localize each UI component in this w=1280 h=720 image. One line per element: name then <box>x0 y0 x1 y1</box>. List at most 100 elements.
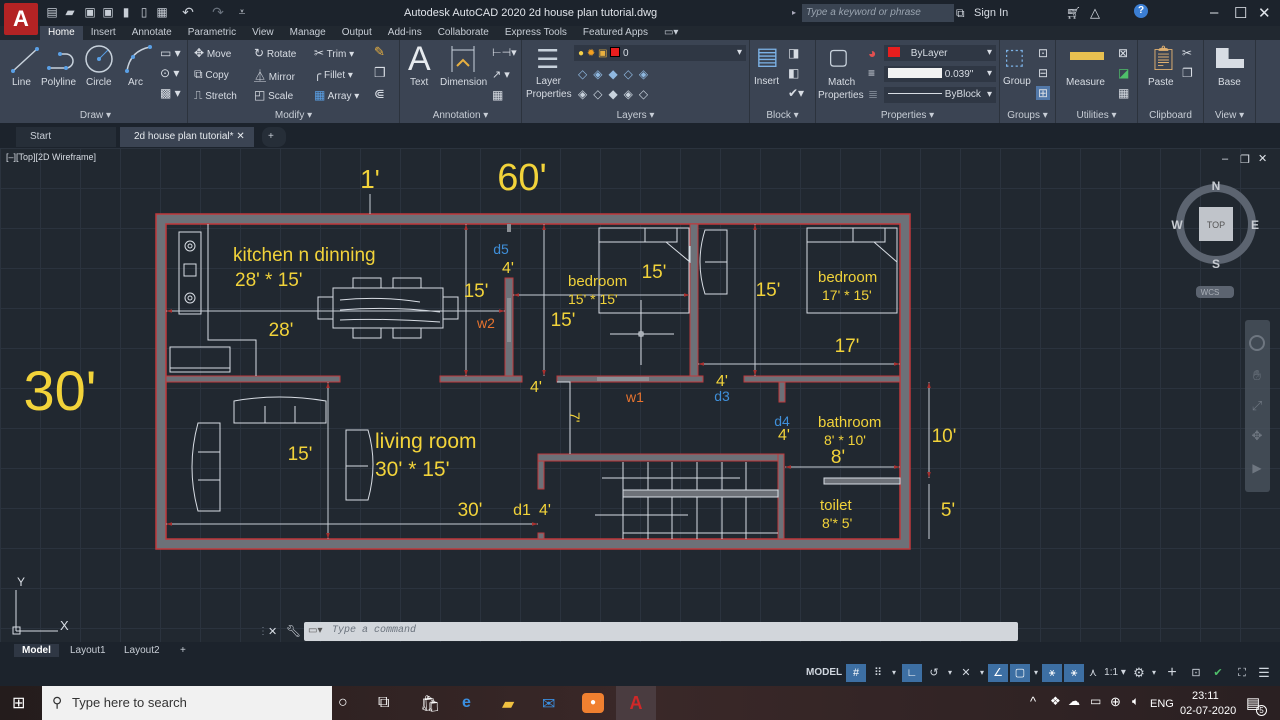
plot-from-web-icon[interactable]: ▮ <box>120 6 132 18</box>
text-button[interactable]: Text <box>410 77 428 88</box>
properties-panel-label[interactable]: Properties ▾ <box>816 110 999 121</box>
command-customize-wrench-icon[interactable]: 🔧︎ <box>286 624 301 638</box>
dropbox-icon[interactable]: ❖ <box>1050 694 1061 708</box>
command-input[interactable]: Type a command <box>304 622 1018 641</box>
annotation-panel-label[interactable]: Annotation ▾ <box>400 110 521 121</box>
color-dropdown[interactable]: ByLayer ▾ <box>884 45 996 61</box>
edge-icon[interactable]: e <box>462 694 471 712</box>
edit-attributes-icon[interactable]: ✔▾ <box>788 86 804 100</box>
close-tab-icon[interactable]: ✕ <box>236 131 244 142</box>
taskbar-search-input[interactable]: Type here to search <box>42 686 332 720</box>
layout2-tab[interactable]: Layout2 <box>116 644 168 657</box>
help-icon[interactable]: ? <box>1134 4 1148 18</box>
auto-scale-icon[interactable]: ⚹ <box>1064 664 1084 682</box>
windows-start-icon[interactable]: ⊞ <box>12 693 25 713</box>
command-close-icon[interactable]: ✕ <box>268 625 277 638</box>
ellipse-icon[interactable]: ⊙ ▾ <box>160 66 179 80</box>
save-icon[interactable]: ▣ <box>84 6 96 18</box>
recent-commands-icon[interactable]: ▭▾ <box>308 625 322 636</box>
snap-dropdown-icon[interactable]: ▾ <box>888 664 900 682</box>
file-tab-active[interactable]: 2d house plan tutorial* ✕ <box>120 127 254 147</box>
create-block-icon[interactable]: ◨ <box>788 46 799 60</box>
hatch-icon[interactable]: ▩ ▾ <box>160 86 181 100</box>
modify-panel-label[interactable]: Modify ▾ <box>188 110 399 121</box>
file-explorer-icon[interactable]: ▰ <box>502 694 514 714</box>
rotate-button[interactable]: ↻ Rotate <box>254 46 296 60</box>
autocad-taskbar-icon[interactable]: A <box>616 686 656 720</box>
base-button[interactable]: Base <box>1218 77 1241 88</box>
maximize-button[interactable]: ☐ <box>1234 4 1247 22</box>
cut-icon[interactable]: ✂ <box>1182 46 1192 60</box>
view-panel-label[interactable]: View ▾ <box>1204 110 1255 121</box>
scale-button[interactable]: ◰ Scale <box>254 88 293 102</box>
move-button[interactable]: ✥ Move <box>194 46 231 60</box>
ungroup-icon[interactable]: ⊡ <box>1038 46 1048 60</box>
new-file-icon[interactable]: ▤ <box>46 6 58 18</box>
select-all-icon[interactable]: ◪ <box>1118 66 1129 80</box>
customization-menu-icon[interactable]: ☰ <box>1254 664 1274 682</box>
measure-button[interactable]: Measure <box>1066 77 1105 88</box>
orbit-icon[interactable]: ✥ <box>1252 428 1263 443</box>
task-view-icon[interactable]: ⧉ <box>378 694 389 712</box>
autodesk-app-store-icon[interactable]: 🛒︎ <box>1066 6 1081 20</box>
calculator-icon[interactable]: ▦ <box>1118 86 1129 100</box>
new-tab-button[interactable]: + <box>262 127 286 147</box>
pan-icon[interactable]: ✋︎ <box>1253 367 1261 383</box>
explode-icon[interactable]: ❒ <box>374 65 386 81</box>
compass-east[interactable]: E <box>1251 218 1259 232</box>
object-snap-tracking-icon[interactable]: ∠ <box>988 664 1008 682</box>
fillet-button[interactable]: ╭ Fillet ▾ <box>314 67 353 81</box>
clock-time[interactable]: 23:11 <box>1192 690 1219 702</box>
ortho-icon[interactable]: ∟ <box>902 664 922 682</box>
group-edit-icon[interactable]: ⊟ <box>1038 66 1048 80</box>
application-menu-button[interactable]: A <box>4 3 38 35</box>
stretch-button[interactable]: ⎍ Stretch <box>194 88 237 103</box>
annotation-visibility-icon[interactable]: ⚹ <box>1042 664 1062 682</box>
viewcube[interactable]: TOP N S E W WCS <box>1171 179 1259 298</box>
erase-icon[interactable]: ✎ <box>374 44 385 60</box>
compass-south[interactable]: S <box>1212 257 1220 271</box>
lineweight-dropdown[interactable]: 0.039" ▾ <box>884 66 996 82</box>
grid-icon[interactable]: # <box>846 664 866 682</box>
mail-icon[interactable]: ✉ <box>542 694 555 714</box>
copy-button[interactable]: ⧉ Copy <box>194 67 229 82</box>
navigation-bar[interactable]: ✋︎ ⤢ ✥ ▶ <box>1245 320 1270 492</box>
isodraft-dropdown-icon[interactable]: ▾ <box>976 664 988 682</box>
dimension-button[interactable]: Dimension <box>440 77 487 88</box>
offset-icon[interactable]: ⋐ <box>374 86 385 102</box>
minimize-button[interactable]: – <box>1210 4 1218 21</box>
draw-panel-label[interactable]: Draw ▾ <box>4 110 187 121</box>
isodraft-icon[interactable]: ✕ <box>956 664 976 682</box>
show-hidden-icons[interactable]: ^ <box>1030 694 1036 709</box>
linetype-dropdown[interactable]: ByBlock ▾ <box>884 87 996 103</box>
snap-icon[interactable]: ⠿ <box>868 664 888 682</box>
workspace-gear-icon[interactable]: ⚙ <box>1130 664 1148 682</box>
print-icon[interactable]: ▦ <box>156 6 168 18</box>
redo-icon[interactable]: ↷ <box>212 5 224 19</box>
network-icon[interactable]: ⊕ <box>1110 694 1121 710</box>
rectangle-icon[interactable]: ▭ ▾ <box>160 46 181 60</box>
mirror-button[interactable]: ⏅ Mirror <box>254 67 295 84</box>
ribbon-tab-express-tools[interactable]: Express Tools <box>497 26 575 40</box>
compass-west[interactable]: W <box>1171 218 1183 232</box>
block-panel-label[interactable]: Block ▾ <box>750 110 815 121</box>
layers-panel-label[interactable]: Layers ▾ <box>522 110 749 121</box>
ribbon-tab-manage[interactable]: Manage <box>282 26 334 40</box>
ribbon-tab-parametric[interactable]: Parametric <box>180 26 244 40</box>
group-selection-icon[interactable]: ⊞ <box>1036 86 1051 100</box>
array-button[interactable]: ▦ Array ▾ <box>314 88 359 102</box>
ribbon-tab-insert[interactable]: Insert <box>83 26 124 40</box>
ribbon-tab-view[interactable]: View <box>244 26 282 40</box>
object-snap-dropdown-icon[interactable]: ▾ <box>1030 664 1042 682</box>
ribbon-tab-home[interactable]: Home <box>40 26 83 40</box>
layer-tools-row-1[interactable]: ◇◈◆◇◈ <box>578 67 654 81</box>
insert-button[interactable]: Insert <box>754 76 779 87</box>
close-button[interactable]: ✕ <box>1258 4 1271 22</box>
utilities-panel-label[interactable]: Utilities ▾ <box>1056 110 1137 121</box>
workspace-dropdown-icon[interactable]: ▾ <box>1148 664 1160 682</box>
cortana-icon[interactable]: ○ <box>338 694 348 712</box>
clock-date[interactable]: 02-07-2020 <box>1180 705 1236 717</box>
start-tab[interactable]: Start <box>16 127 116 147</box>
save-as-icon[interactable]: ▣ <box>102 6 114 18</box>
line-button[interactable]: Line <box>12 77 31 88</box>
